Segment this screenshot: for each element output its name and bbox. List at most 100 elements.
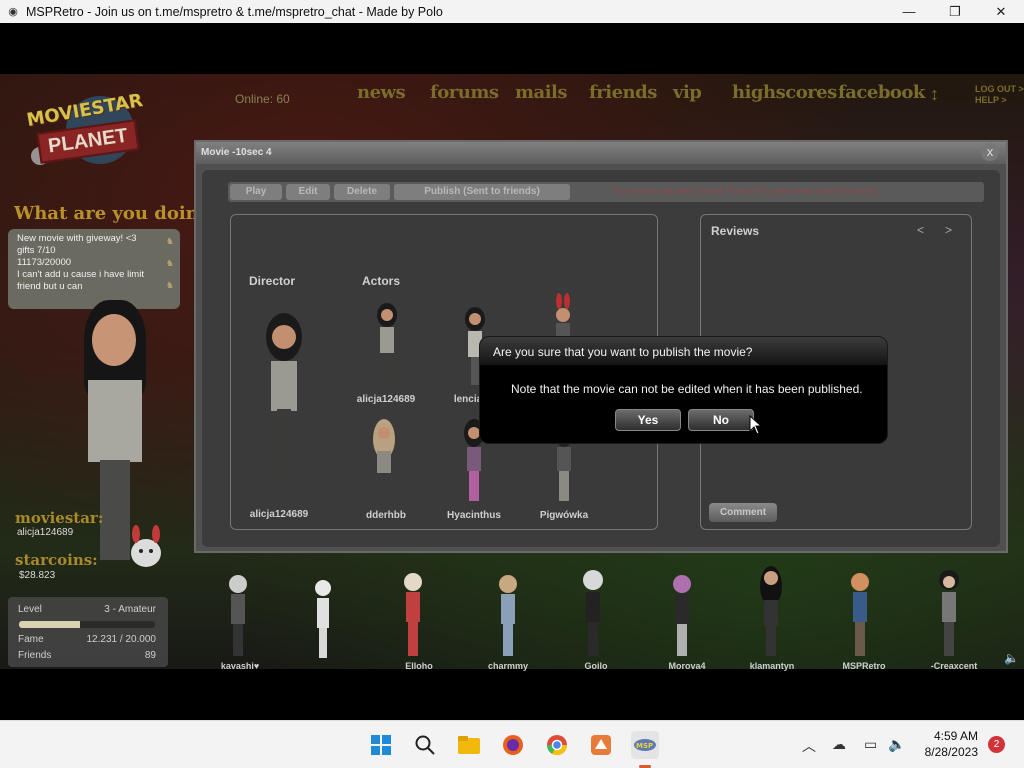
nav-mails[interactable]: mails [515,82,568,103]
level-value: 3 - Amateur [104,604,156,615]
notification-badge[interactable]: 2 [988,736,1005,753]
actor-name: Pigwówka [539,510,589,521]
bunny-pet-icon[interactable] [124,525,168,571]
mspretro-app-icon[interactable]: MSP [631,731,659,759]
network-icon[interactable]: ▭ [864,736,877,753]
toolbar-message: Your movie has been saved. Publish it to… [611,186,878,196]
actor-name: dderhbb [366,510,406,521]
publish-button[interactable]: Publish (Sent to friends) [394,184,570,200]
friends-row: Friends 89 [18,650,156,661]
profile-stats-panel: Level 3 - Amateur Fame 12.231 / 20.000 F… [8,597,168,667]
director-name: alicja124689 [249,509,309,520]
room-avatar[interactable] [668,570,696,660]
room-avatar-name: charmmy [487,661,529,671]
account-links: LOG OUT > HELP > [975,84,1024,106]
status-heading: What are you doing? [14,203,222,224]
confirm-no-button[interactable]: No [688,409,754,431]
reviews-prev-button[interactable]: < [917,223,924,237]
chrome-icon[interactable] [543,731,571,759]
tray-chevron-up-icon[interactable]: ︿ [802,736,816,756]
level-row: Level 3 - Amateur [18,604,156,615]
fullscreen-arrow-icon[interactable]: ↕ [930,84,939,105]
window-title: MSPRetro - Join us on t.me/mspretro & t.… [26,4,443,19]
starcoins-value: $28.823 [19,570,56,581]
level-progress-bar [19,621,155,628]
system-clock[interactable]: 4:59 AM 8/28/2023 [918,728,978,760]
room-avatar[interactable] [578,566,608,660]
moviestar-label: moviestar: [15,509,104,527]
logout-link[interactable]: LOG OUT > [975,84,1024,95]
fame-value: 12.231 / 20.000 [86,634,156,645]
status-line: I can't add u cause i have limit [17,269,144,280]
actor-name: Hyacinthus [447,510,501,521]
start-menu-icon[interactable] [367,731,395,759]
nav-forums[interactable]: forums [430,82,499,103]
room-avatar[interactable] [756,564,786,660]
room-avatar[interactable] [494,570,522,660]
movie-toolbar: Play Edit Delete Publish (Sent to friend… [228,182,984,202]
comment-button[interactable]: Comment [709,503,777,522]
level-label: Level [18,604,42,615]
friends-label: Friends [18,650,52,661]
status-line: friend but u can [17,281,83,292]
status-deco-icon: ♞ [165,280,174,290]
confirm-yes-button[interactable]: Yes [615,409,681,431]
confirm-header: Are you sure that you want to publish th… [480,337,887,365]
actor-avatar[interactable] [374,301,400,387]
confirm-question: Are you sure that you want to publish th… [493,345,753,359]
window-titlebar: ◉ MSPRetro - Join us on t.me/mspretro & … [0,0,1024,23]
maximize-button[interactable]: ❐ [932,0,978,23]
movie-title: Movie -10sec 4 [201,147,272,158]
starcoins-label: starcoins: [15,551,98,569]
moviestar-username: alicja124689 [17,527,74,538]
delete-button[interactable]: Delete [334,184,390,200]
sound-icon[interactable]: 🔈 [1004,651,1019,665]
svg-text:MSP: MSP [636,742,653,750]
room-avatar[interactable] [934,566,964,660]
nav-news[interactable]: news [357,82,406,103]
movie-window-header[interactable]: Movie -10sec 4 x [196,142,1006,164]
movie-close-button[interactable]: x [981,143,999,161]
nav-highscores[interactable]: highscores [732,82,837,103]
room-avatar-name: MSPRetro [842,661,886,671]
edit-button[interactable]: Edit [286,184,330,200]
room-avatar-placeholder[interactable] [312,576,334,660]
room-avatar-name: Goilo [584,661,608,671]
close-window-button[interactable]: ✕ [978,0,1024,23]
room-avatar-name: kavashi♥ [220,661,260,671]
volume-icon[interactable]: 🔈 [888,736,905,753]
moviestarplanet-logo: MOVIESTAR PLANET [12,86,158,174]
status-line: 11173/20000 [17,257,72,268]
room-avatar[interactable] [846,568,874,660]
search-icon[interactable] [411,731,439,759]
windows-taskbar: MSP ︿ ☁ ▭ 🔈 4:59 AM 8/28/2023 2 [0,720,1024,768]
clock-time: 4:59 AM [933,729,978,743]
fame-row: Fame 12.231 / 20.000 [18,634,156,645]
status-message-box[interactable]: New movie with giveway! <3 gifts 7/10 11… [8,229,180,309]
reviews-label: Reviews [711,224,760,238]
room-avatar-name: Elloho [405,661,433,671]
window-controls: — ❐ ✕ [886,0,1024,23]
screen: ◉ MSPRetro - Join us on t.me/mspretro & … [0,0,1024,768]
director-label: Director [249,274,296,288]
onedrive-icon[interactable]: ☁ [832,736,846,753]
room-avatar-name: klamantyn [749,661,795,671]
nav-vip[interactable]: vip [673,82,702,103]
reviews-next-button[interactable]: > [945,223,952,237]
clock-date: 8/28/2023 [924,745,978,759]
room-avatar[interactable] [398,568,428,660]
app-icon[interactable] [587,731,615,759]
room-avatar[interactable] [224,570,252,660]
nav-friends[interactable]: friends [589,82,657,103]
confirm-note: Note that the movie can not be edited wh… [511,382,863,396]
actors-label: Actors [362,274,401,288]
help-link[interactable]: HELP > [975,95,1024,106]
minimize-button[interactable]: — [886,0,932,23]
play-button[interactable]: Play [230,184,282,200]
actor-avatar[interactable] [369,417,399,505]
nav-facebook[interactable]: facebook [838,82,925,103]
level-progress-fill [19,621,81,628]
file-explorer-icon[interactable] [455,731,483,759]
director-avatar[interactable] [261,309,307,489]
firefox-icon[interactable] [499,731,527,759]
